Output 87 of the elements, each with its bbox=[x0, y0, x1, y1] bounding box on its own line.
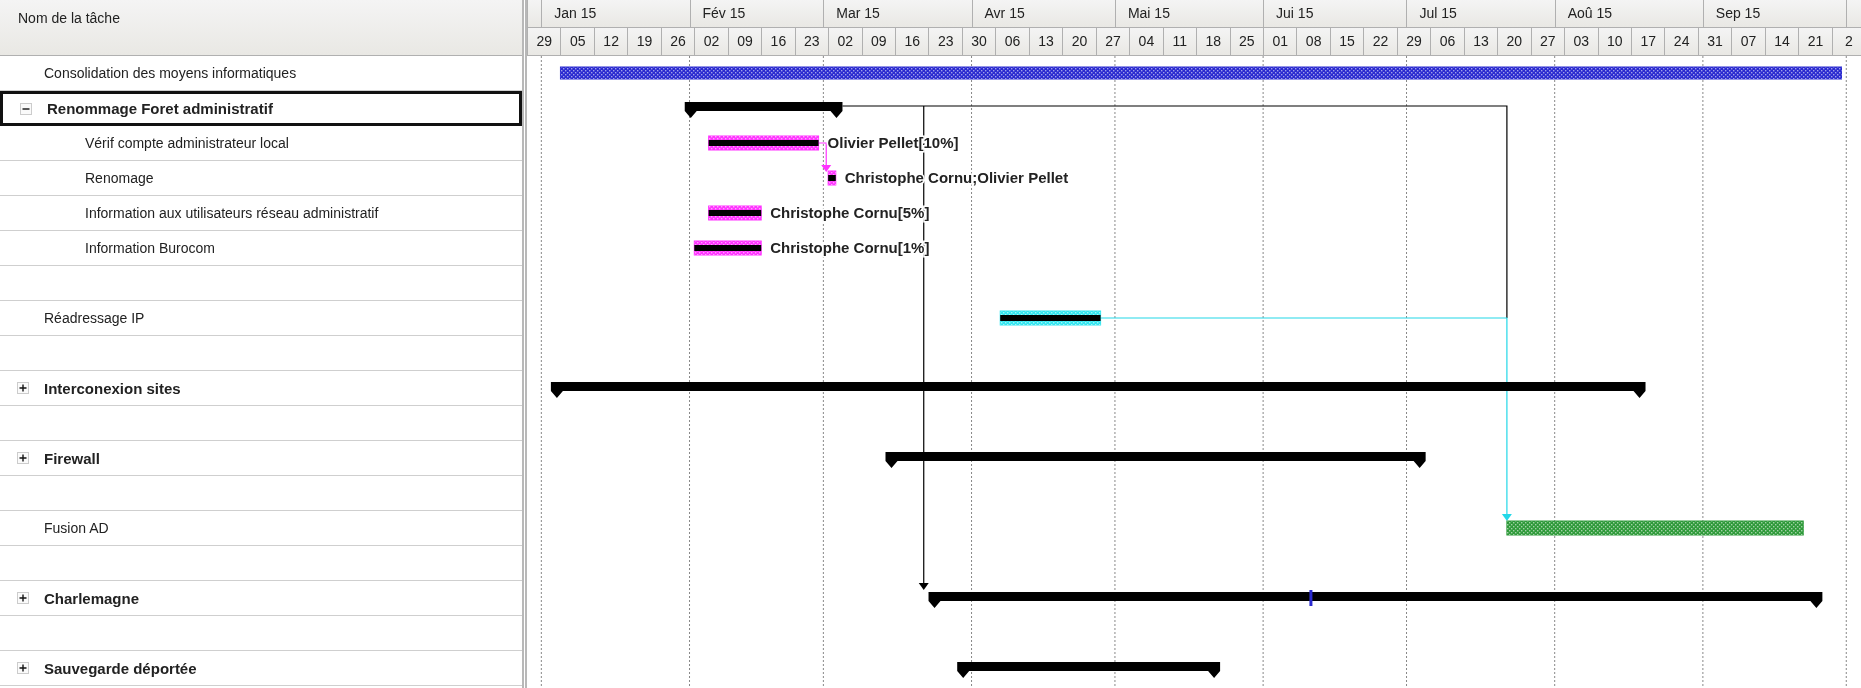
task-name: Firewall bbox=[44, 449, 100, 467]
week-label: 23 bbox=[804, 33, 820, 49]
week-label: 16 bbox=[770, 33, 787, 49]
week-label: 27 bbox=[1105, 33, 1121, 49]
task-row[interactable]: Vérif compte administrateur local bbox=[0, 126, 522, 161]
task-bar[interactable] bbox=[708, 135, 820, 151]
week-label: 21 bbox=[1807, 33, 1824, 49]
week-label: 13 bbox=[1038, 33, 1054, 49]
task-row[interactable]: Information aux utilisateurs réseau administratif bbox=[0, 196, 522, 231]
task-row[interactable]: Information Burocom bbox=[0, 231, 522, 266]
week-label: 29 bbox=[536, 33, 552, 49]
week-label: 29 bbox=[1406, 33, 1422, 49]
summary-bar[interactable] bbox=[550, 382, 1646, 398]
week-label: 01 bbox=[1272, 33, 1288, 49]
summary-bar[interactable] bbox=[928, 592, 1823, 608]
task-row[interactable]: Interconexion sites bbox=[0, 371, 522, 406]
week-label: 2 bbox=[1845, 33, 1853, 49]
month-label: Mar 15 bbox=[836, 5, 880, 21]
week-label: 31 bbox=[1707, 33, 1723, 49]
week-label: 18 bbox=[1205, 33, 1222, 49]
week-label: 15 bbox=[1339, 33, 1355, 49]
task-name: Information aux utilisateurs réseau administratif bbox=[84, 205, 379, 221]
month-label: Jul 15 bbox=[1419, 5, 1457, 21]
week-label: 05 bbox=[569, 33, 586, 49]
task-row[interactable]: Charlemagne bbox=[0, 581, 522, 616]
summary-bar[interactable] bbox=[957, 662, 1221, 678]
task-row[interactable]: Réadressage IP bbox=[0, 301, 522, 336]
task-name: Sauvegarde déportée bbox=[44, 659, 197, 677]
task-name: Vérif compte administrateur local bbox=[84, 135, 289, 151]
week-label: 08 bbox=[1305, 33, 1322, 49]
task-row[interactable]: Renommage Foret administratif bbox=[0, 91, 522, 126]
task-bar[interactable] bbox=[708, 205, 762, 221]
task-row[interactable]: Firewall bbox=[0, 441, 522, 476]
week-label: 11 bbox=[1172, 33, 1188, 49]
week-label: 27 bbox=[1540, 33, 1556, 49]
task-name: Renomage bbox=[84, 170, 154, 186]
task-bar[interactable] bbox=[693, 240, 762, 256]
task-name: Renommage Foret administratif bbox=[47, 100, 273, 117]
week-label: 20 bbox=[1071, 33, 1088, 49]
month-label: Jan 15 bbox=[554, 5, 597, 21]
week-label: 10 bbox=[1606, 33, 1623, 49]
week-label: 03 bbox=[1573, 33, 1590, 49]
week-label: 24 bbox=[1673, 33, 1690, 49]
month-label: Mai 15 bbox=[1127, 5, 1170, 21]
task-name: Interconexion sites bbox=[44, 379, 181, 397]
week-label: 23 bbox=[937, 33, 954, 49]
week-label: 25 bbox=[1238, 33, 1255, 49]
week-label: 02 bbox=[703, 33, 720, 49]
task-name: Réadressage IP bbox=[43, 310, 145, 326]
task-row[interactable]: Renomage bbox=[0, 161, 522, 196]
month-label: Sep 15 bbox=[1715, 5, 1761, 21]
task-row[interactable]: Fusion AD bbox=[0, 511, 522, 546]
week-label: 19 bbox=[636, 33, 653, 49]
month-label: Avr 15 bbox=[984, 5, 1025, 21]
task-name: Fusion AD bbox=[43, 520, 109, 536]
week-label: 06 bbox=[1439, 33, 1456, 49]
week-label: 09 bbox=[737, 33, 753, 49]
week-label: 22 bbox=[1372, 33, 1389, 49]
week-label: 30 bbox=[971, 33, 987, 49]
plus-icon[interactable] bbox=[17, 592, 29, 604]
week-label: 07 bbox=[1740, 33, 1757, 49]
task-name: Information Burocom bbox=[84, 240, 215, 256]
week-label: 14 bbox=[1774, 33, 1790, 49]
month-label: Jui 15 bbox=[1276, 5, 1314, 21]
week-label: 12 bbox=[603, 33, 619, 49]
task-name: Charlemagne bbox=[44, 589, 140, 607]
plus-icon[interactable] bbox=[17, 452, 29, 464]
week-label: 09 bbox=[870, 33, 887, 49]
week-label: 06 bbox=[1004, 33, 1021, 49]
week-label: 16 bbox=[904, 33, 920, 49]
summary-bar[interactable] bbox=[885, 452, 1426, 468]
plus-icon[interactable] bbox=[17, 662, 29, 674]
month-label: Aoû 15 bbox=[1567, 5, 1612, 21]
week-label: 02 bbox=[837, 33, 854, 49]
week-label: 13 bbox=[1473, 33, 1489, 49]
week-label: 17 bbox=[1640, 33, 1656, 49]
column-header: Nom de la tâche bbox=[18, 10, 120, 26]
task-row[interactable]: Consolidation des moyens informatiques bbox=[0, 56, 522, 91]
week-label: 04 bbox=[1138, 33, 1155, 49]
week-label: 20 bbox=[1506, 33, 1523, 49]
month-label: Fév 15 bbox=[702, 5, 746, 21]
plus-icon[interactable] bbox=[17, 382, 29, 394]
task-name: Consolidation des moyens informatiques bbox=[43, 65, 297, 81]
summary-bar[interactable] bbox=[684, 102, 843, 118]
week-label: 26 bbox=[670, 33, 686, 49]
task-row[interactable]: Sauvegarde déportée bbox=[0, 651, 522, 686]
minus-icon[interactable] bbox=[20, 102, 32, 115]
